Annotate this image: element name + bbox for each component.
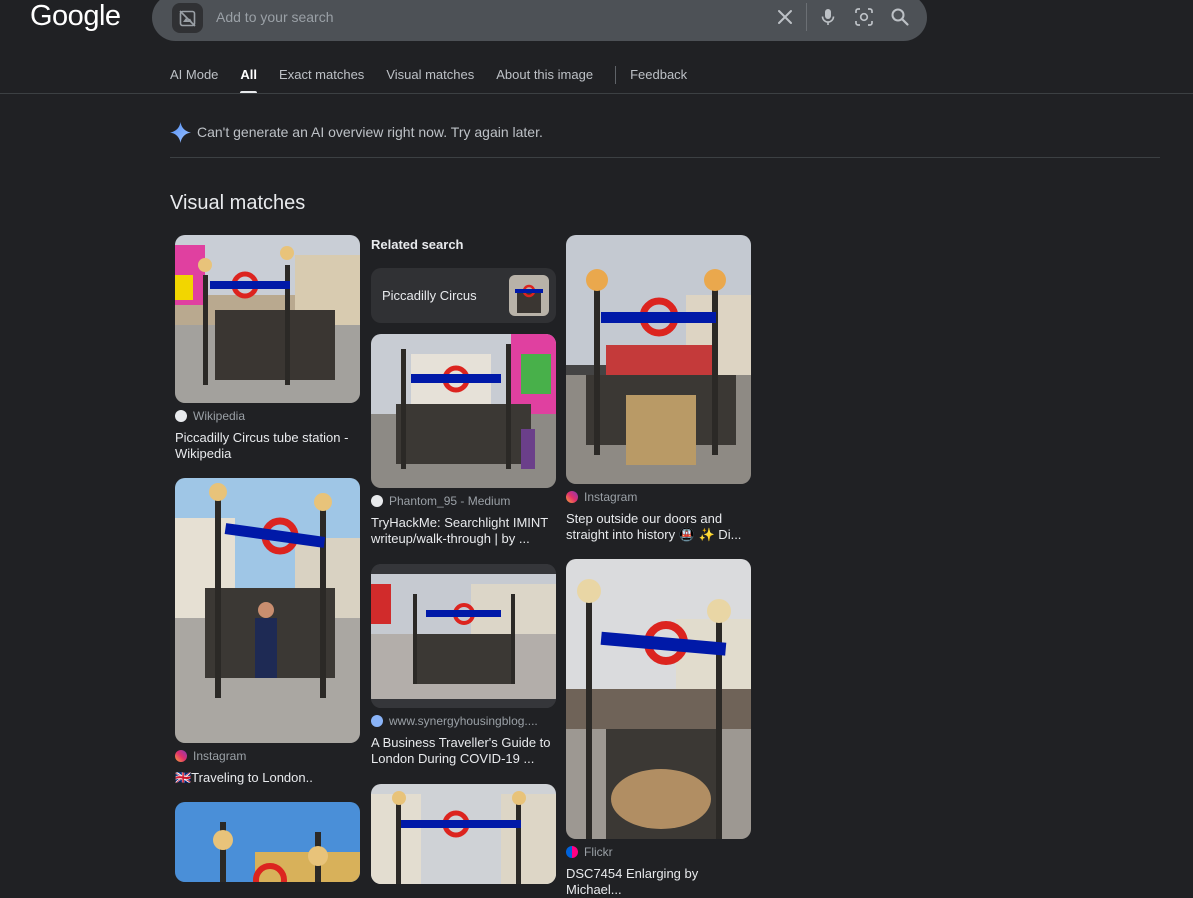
result-card[interactable]: Phantom_95 - Medium TryHackMe: Searchlig… [371, 334, 556, 547]
result-card[interactable]: www.synergyhousingblog.... A Business Tr… [371, 564, 556, 767]
instagram-favicon-icon [566, 491, 578, 503]
result-image[interactable] [175, 478, 360, 743]
source-name: www.synergyhousingblog.... [389, 714, 538, 728]
related-search-label: Piccadilly Circus [382, 288, 477, 303]
tab-feedback[interactable]: Feedback [630, 66, 687, 94]
ai-overview-divider [170, 157, 1160, 158]
result-source: Instagram [175, 749, 360, 763]
related-search-chip[interactable]: Piccadilly Circus [371, 268, 556, 323]
tab-visual-matches[interactable]: Visual matches [386, 66, 474, 94]
header-divider [0, 93, 1193, 94]
result-image[interactable] [371, 784, 556, 884]
result-title[interactable]: A Business Traveller's Guide to London D… [371, 735, 556, 767]
result-image[interactable] [371, 334, 556, 488]
gemini-sparkle-icon [170, 121, 191, 143]
tab-about-this-image[interactable]: About this image [496, 66, 593, 94]
tab-ai-mode[interactable]: AI Mode [170, 66, 218, 94]
result-image[interactable] [566, 559, 751, 839]
google-logo[interactable]: Google [30, 0, 121, 32]
searchbar-divider [806, 3, 807, 31]
result-title[interactable]: DSC7454 Enlarging by Michael... [566, 866, 751, 898]
result-source: Flickr [566, 845, 751, 859]
result-card[interactable]: Wikipedia Piccadilly Circus tube station… [175, 235, 360, 462]
result-card[interactable] [175, 802, 360, 882]
source-name: Wikipedia [193, 409, 246, 423]
tab-divider [615, 66, 617, 84]
result-card[interactable]: Instagram Step outside our doors and str… [566, 235, 751, 543]
result-title[interactable]: Step outside our doors and straight into… [566, 511, 751, 543]
related-search-heading: Related search [371, 237, 464, 252]
medium-favicon-icon [371, 495, 383, 507]
result-source: Wikipedia [175, 409, 360, 423]
source-name: Instagram [584, 490, 638, 504]
flickr-favicon-icon [566, 846, 578, 858]
result-source: Phantom_95 - Medium [371, 494, 556, 508]
result-card[interactable]: Instagram 🇬🇧Traveling to London.. [175, 478, 360, 786]
result-card[interactable] [371, 784, 556, 884]
ai-overview-message: Can't generate an AI overview right now.… [197, 124, 543, 140]
search-tabs: AI Mode All Exact matches Visual matches… [170, 66, 709, 94]
result-source: www.synergyhousingblog.... [371, 714, 556, 728]
result-title[interactable]: Piccadilly Circus tube station - Wikiped… [175, 430, 360, 462]
ai-overview-notice: Can't generate an AI overview right now.… [170, 121, 543, 143]
result-image[interactable] [175, 235, 360, 403]
instagram-favicon-icon [175, 750, 187, 762]
tab-exact-matches[interactable]: Exact matches [279, 66, 364, 94]
result-source: Instagram [566, 490, 751, 504]
wikipedia-favicon-icon [175, 410, 187, 422]
result-card[interactable]: Flickr DSC7454 Enlarging by Michael... [566, 559, 751, 898]
result-image[interactable] [566, 235, 751, 484]
related-search-thumbnail [509, 275, 549, 316]
result-image[interactable] [175, 802, 360, 882]
close-icon[interactable] [775, 7, 795, 27]
source-name: Flickr [584, 845, 613, 859]
tab-all[interactable]: All [240, 66, 257, 94]
lens-icon[interactable] [854, 7, 874, 27]
search-bar[interactable] [152, 0, 927, 41]
visual-matches-heading: Visual matches [170, 192, 306, 214]
mic-icon[interactable] [818, 7, 838, 27]
result-image[interactable] [371, 564, 556, 708]
search-icon[interactable] [890, 7, 910, 27]
source-name: Phantom_95 - Medium [389, 494, 511, 508]
result-title[interactable]: 🇬🇧Traveling to London.. [175, 770, 360, 786]
image-thumb-icon[interactable] [172, 3, 203, 33]
synergy-favicon-icon [371, 715, 383, 727]
result-title[interactable]: TryHackMe: Searchlight IMINT writeup/wal… [371, 515, 556, 547]
search-input[interactable] [214, 3, 754, 31]
source-name: Instagram [193, 749, 247, 763]
